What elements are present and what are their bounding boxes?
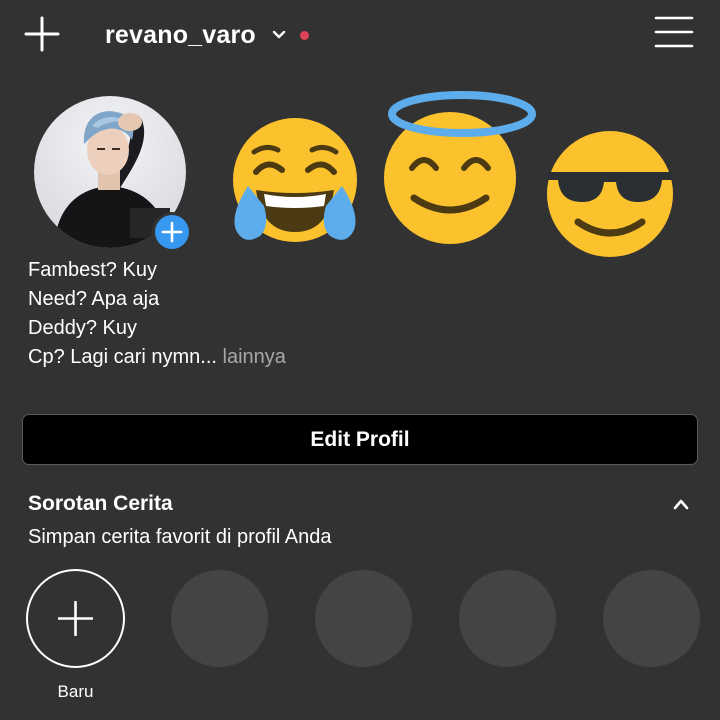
add-story-badge — [155, 215, 189, 249]
chevron-down-icon — [272, 30, 286, 39]
new-highlight-label: Baru — [57, 682, 94, 701]
highlights-title: Sorotan Cerita — [28, 492, 173, 515]
account-switcher[interactable]: revano_varo — [105, 18, 309, 52]
chevron-up-icon[interactable] — [672, 498, 690, 510]
new-highlight-button[interactable] — [26, 569, 125, 668]
bio-line: Deddy? Kuy — [28, 317, 137, 339]
profile-bio: Fambest? Kuy Need? Apa aja Deddy? Kuy Cp… — [28, 256, 286, 372]
add-story-button[interactable] — [152, 212, 192, 252]
smiling-face-with-sunglasses-icon — [547, 131, 673, 257]
highlight-placeholder — [315, 570, 412, 667]
edit-profile-button[interactable]: Edit Profil — [22, 414, 698, 465]
bio-line-last: Cp? Lagi cari nymn... lainnya — [28, 343, 286, 372]
smiling-face-with-halo-icon — [384, 91, 536, 244]
bio-more-link[interactable]: lainnya — [217, 346, 286, 368]
highlight-placeholder — [171, 570, 268, 667]
hamburger-menu-icon — [654, 16, 694, 48]
highlight-placeholder — [603, 570, 700, 667]
create-button[interactable] — [24, 16, 60, 52]
profile-screen: revano_varo Fambest? Kuy Need? Apa aja D… — [0, 0, 720, 720]
notification-dot — [299, 30, 309, 40]
face-with-tears-of-joy-icon — [233, 118, 357, 242]
plus-icon — [161, 221, 183, 243]
bio-line-text: Cp? Lagi cari nymn... — [28, 346, 217, 368]
top-bar: revano_varo — [0, 0, 720, 70]
bio-line: Fambest? Kuy — [28, 259, 157, 281]
highlights-subtitle: Simpan cerita favorit di profil Anda — [28, 526, 332, 548]
username: revano_varo — [105, 20, 256, 49]
plus-icon — [24, 16, 60, 52]
plus-icon — [58, 601, 93, 636]
menu-button[interactable] — [654, 14, 694, 50]
bio-line: Need? Apa aja — [28, 288, 160, 310]
highlight-placeholder — [459, 570, 556, 667]
